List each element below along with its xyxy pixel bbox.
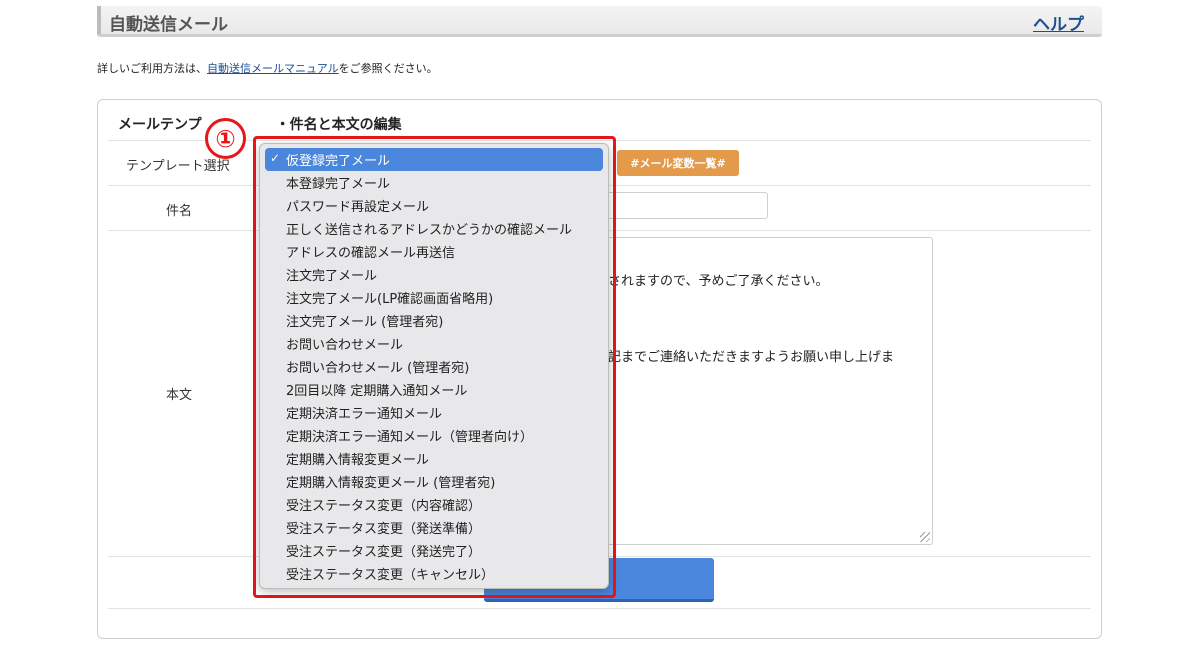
dropdown-option[interactable]: 定期決済エラー通知メール（管理者向け） (265, 424, 603, 447)
subject-input[interactable] (607, 192, 768, 219)
dropdown-option[interactable]: 受注ステータス変更（発送完了） (265, 539, 603, 562)
dropdown-option[interactable]: アドレスの確認メール再送信 (265, 240, 603, 263)
dropdown-option[interactable]: 定期購入情報変更メール (265, 447, 603, 470)
dropdown-option[interactable]: 定期購入情報変更メール (管理者宛) (265, 470, 603, 493)
panel-heading-right: ・件名と本文の編集 (275, 117, 402, 133)
template-select-label: テンプレート選択 (126, 159, 230, 174)
dropdown-option[interactable]: 注文完了メール (管理者宛) (265, 309, 603, 332)
template-dropdown-menu[interactable]: ✓ 仮登録完了メール 本登録完了メール パスワード再設定メール 正しく送信されるア… (259, 143, 609, 589)
dropdown-option[interactable]: 受注ステータス変更（発送準備） (265, 516, 603, 539)
dropdown-option[interactable]: 2回目以降 定期購入通知メール (265, 378, 603, 401)
dropdown-option[interactable]: 注文完了メール (265, 263, 603, 286)
dropdown-option[interactable]: 受注ステータス変更（内容確認） (265, 493, 603, 516)
body-label: 本文 (166, 388, 193, 403)
panel-heading: メールテンプ ・件名と本文の編集 (118, 114, 402, 134)
dropdown-option[interactable]: 正しく送信されるアドレスかどうかの確認メール (265, 217, 603, 240)
dropdown-option[interactable]: お問い合わせメール (管理者宛) (265, 355, 603, 378)
help-link[interactable]: ヘルプ (1033, 10, 1084, 35)
body-line: 記までご連絡いただきますようお願い申し上げま (608, 350, 895, 365)
panel-heading-left: メールテンプ (118, 117, 202, 133)
dropdown-option[interactable]: 定期決済エラー通知メール (265, 401, 603, 424)
intro-text: 詳しいご利用方法は、自動送信メールマニュアルをご参照ください。 (97, 60, 438, 76)
checkmark-icon: ✓ (270, 151, 281, 165)
dropdown-option[interactable]: ✓ 仮登録完了メール (265, 148, 603, 171)
dropdown-option[interactable]: 本登録完了メール (265, 171, 603, 194)
page-title: 自動送信メール (109, 15, 228, 35)
body-textarea[interactable]: されますので、予めご了承ください。 記までご連絡いただきますようお願い申し上げま (607, 237, 933, 545)
resize-handle[interactable] (920, 532, 930, 542)
dropdown-option[interactable]: 注文完了メール(LP確認画面省略用) (265, 286, 603, 309)
step-number-badge: ① (205, 118, 246, 159)
dropdown-option[interactable]: お問い合わせメール (265, 332, 603, 355)
dropdown-option[interactable]: 受注ステータス変更（キャンセル） (265, 562, 603, 585)
manual-link[interactable]: 自動送信メールマニュアル (207, 62, 339, 75)
intro-prefix: 詳しいご利用方法は、 (97, 62, 207, 75)
divider (108, 608, 1091, 609)
mail-variables-button[interactable]: #メール変数一覧# (617, 150, 739, 176)
body-line: されますので、予めご了承ください。 (608, 274, 829, 289)
subject-label: 件名 (166, 204, 193, 219)
dropdown-option[interactable]: パスワード再設定メール (265, 194, 603, 217)
page-title-bar: 自動送信メール ヘルプ (97, 6, 1102, 37)
intro-suffix: をご参照ください。 (338, 62, 438, 75)
